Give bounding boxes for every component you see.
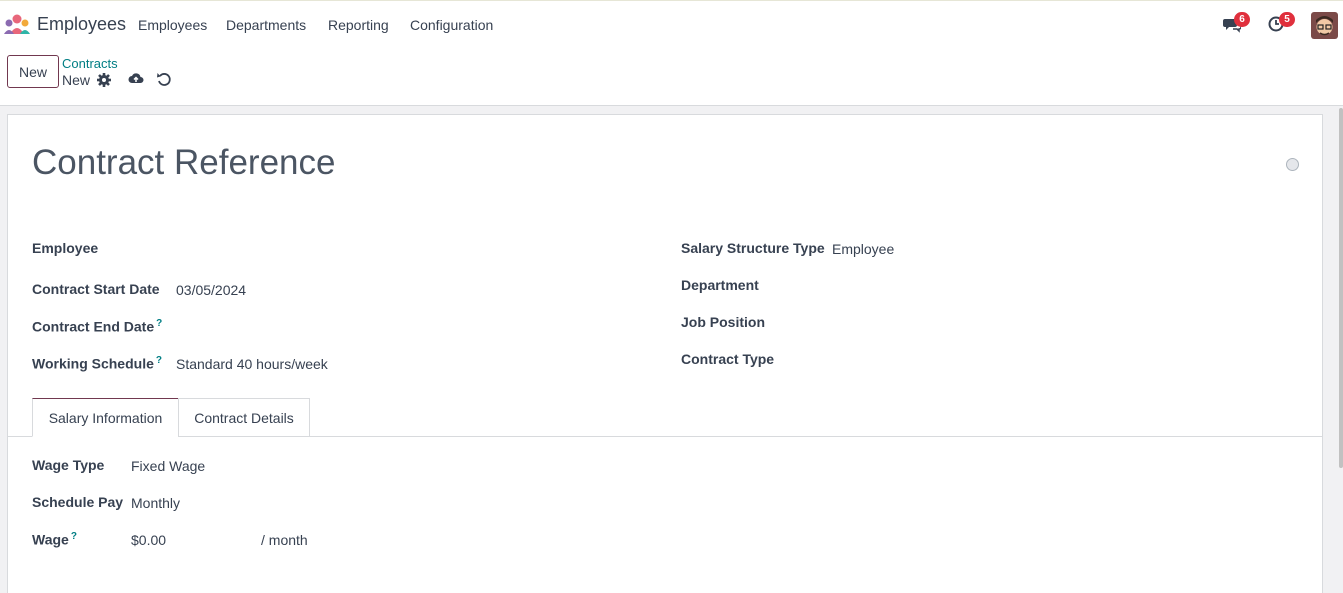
- menu-reporting[interactable]: Reporting: [328, 17, 389, 33]
- tab-salary-information[interactable]: Salary Information: [32, 398, 179, 437]
- contract-end-date-label: Contract End Date?: [32, 318, 163, 335]
- user-avatar-icon: [1311, 12, 1338, 39]
- help-tooltip-icon[interactable]: ?: [156, 318, 162, 329]
- status-indicator[interactable]: [1286, 158, 1299, 171]
- wage-type-label: Wage Type: [32, 457, 105, 473]
- gear-icon[interactable]: [96, 72, 112, 88]
- activities-button[interactable]: 5: [1268, 12, 1295, 35]
- menu-employees[interactable]: Employees: [138, 17, 207, 33]
- job-position-field[interactable]: [832, 313, 1132, 333]
- contract-type-label: Contract Type: [681, 351, 775, 367]
- contract-end-date-field[interactable]: [176, 317, 476, 337]
- messages-badge: 6: [1234, 12, 1250, 27]
- breadcrumb-contracts[interactable]: Contracts: [62, 56, 118, 71]
- messages-button[interactable]: 6: [1223, 12, 1250, 35]
- salary-structure-type-field[interactable]: Employee: [832, 241, 894, 257]
- contract-start-date-field[interactable]: 03/05/2024: [176, 282, 246, 298]
- schedule-pay-label: Schedule Pay: [32, 494, 124, 510]
- undo-icon[interactable]: [156, 71, 172, 87]
- cloud-upload-icon[interactable]: [128, 70, 144, 86]
- activities-badge: 5: [1279, 12, 1295, 27]
- job-position-label: Job Position: [681, 314, 765, 330]
- wage-period-suffix: / month: [261, 532, 308, 548]
- department-field[interactable]: [832, 276, 1132, 296]
- schedule-pay-field[interactable]: Monthly: [131, 495, 180, 511]
- wage-label: Wage?: [32, 531, 77, 548]
- breadcrumb-current: New: [62, 72, 91, 88]
- wage-type-field[interactable]: Fixed Wage: [131, 458, 205, 474]
- top-navbar: Employees Employees Departments Reportin…: [0, 0, 1343, 48]
- working-schedule-label: Working Schedule?: [32, 355, 162, 372]
- new-button[interactable]: New: [7, 55, 59, 88]
- working-schedule-field[interactable]: Standard 40 hours/week: [176, 356, 328, 372]
- contract-reference-input[interactable]: Contract Reference: [32, 143, 335, 183]
- control-panel: New Contracts New: [0, 48, 1343, 106]
- contract-start-date-label: Contract Start Date: [32, 281, 160, 297]
- employee-field[interactable]: [176, 239, 476, 259]
- menu-departments[interactable]: Departments: [226, 17, 306, 33]
- wage-field[interactable]: $0.00: [131, 532, 166, 548]
- employees-app-icon[interactable]: [4, 14, 30, 34]
- contract-type-field[interactable]: [832, 350, 1132, 370]
- menu-configuration[interactable]: Configuration: [410, 17, 493, 33]
- help-tooltip-icon[interactable]: ?: [156, 355, 162, 366]
- app-name[interactable]: Employees: [37, 14, 126, 35]
- department-label: Department: [681, 277, 759, 293]
- tab-contract-details[interactable]: Contract Details: [178, 398, 310, 437]
- avatar[interactable]: [1311, 12, 1338, 39]
- salary-structure-type-label: Salary Structure Type: [681, 240, 825, 256]
- help-tooltip-icon[interactable]: ?: [71, 531, 77, 542]
- form-sheet: Contract Reference Employee Contract Sta…: [7, 114, 1323, 593]
- employee-label: Employee: [32, 240, 99, 256]
- scrollbar[interactable]: [1339, 108, 1343, 468]
